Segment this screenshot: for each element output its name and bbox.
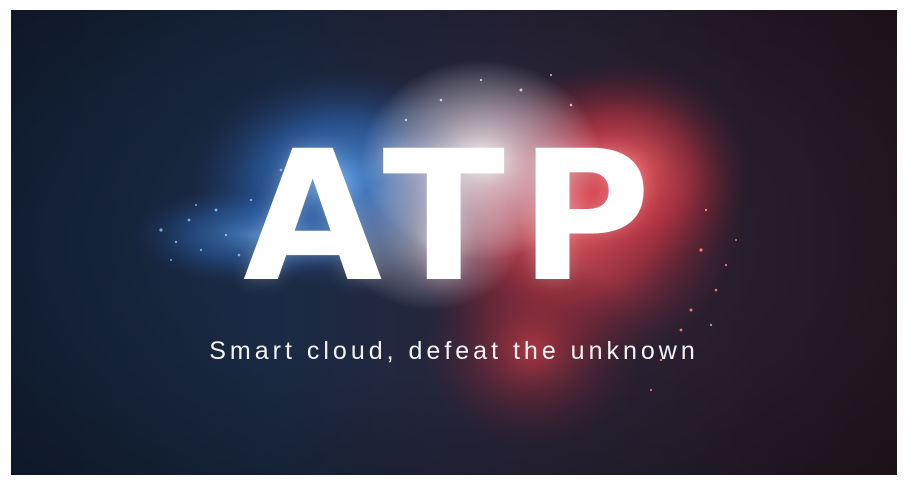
image-frame: ATP Smart cloud, defeat the unknown <box>0 0 907 482</box>
atp-logo-text: ATP <box>242 113 666 322</box>
atp-banner: ATP Smart cloud, defeat the unknown <box>11 10 897 475</box>
tagline: Smart cloud, defeat the unknown <box>209 337 699 365</box>
